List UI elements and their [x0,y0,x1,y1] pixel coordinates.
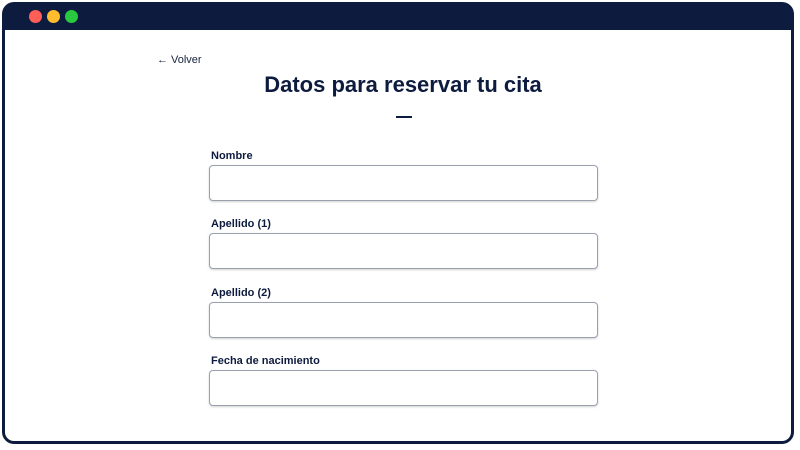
apellido1-input[interactable] [209,233,598,269]
apellido2-field-group: Apellido (2) [209,287,598,338]
maximize-window-button[interactable] [65,10,78,23]
minimize-window-button[interactable] [47,10,60,23]
arrow-left-icon: ← [157,53,168,66]
nombre-label: Nombre [211,150,253,162]
browser-window: ← Volver Datos para reservar tu cita Nom… [2,2,794,444]
fecha-nacimiento-input[interactable] [209,370,598,406]
nombre-input[interactable] [209,165,598,201]
back-link-label: Volver [171,54,202,66]
page-title: Datos para reservar tu cita [264,72,542,97]
apellido2-input[interactable] [209,302,598,338]
close-window-button[interactable] [29,10,42,23]
apellido1-field-group: Apellido (1) [209,218,598,269]
apellido1-label: Apellido (1) [211,218,271,230]
back-link[interactable]: ← Volver [157,54,202,66]
title-divider [396,116,412,118]
fecha-nacimiento-field-group: Fecha de nacimiento [209,355,598,406]
title-bar [2,2,794,30]
page-content: ← Volver Datos para reservar tu cita Nom… [5,30,791,441]
nombre-field-group: Nombre [209,150,598,201]
fecha-nacimiento-label: Fecha de nacimiento [211,355,320,367]
apellido2-label: Apellido (2) [211,287,271,299]
